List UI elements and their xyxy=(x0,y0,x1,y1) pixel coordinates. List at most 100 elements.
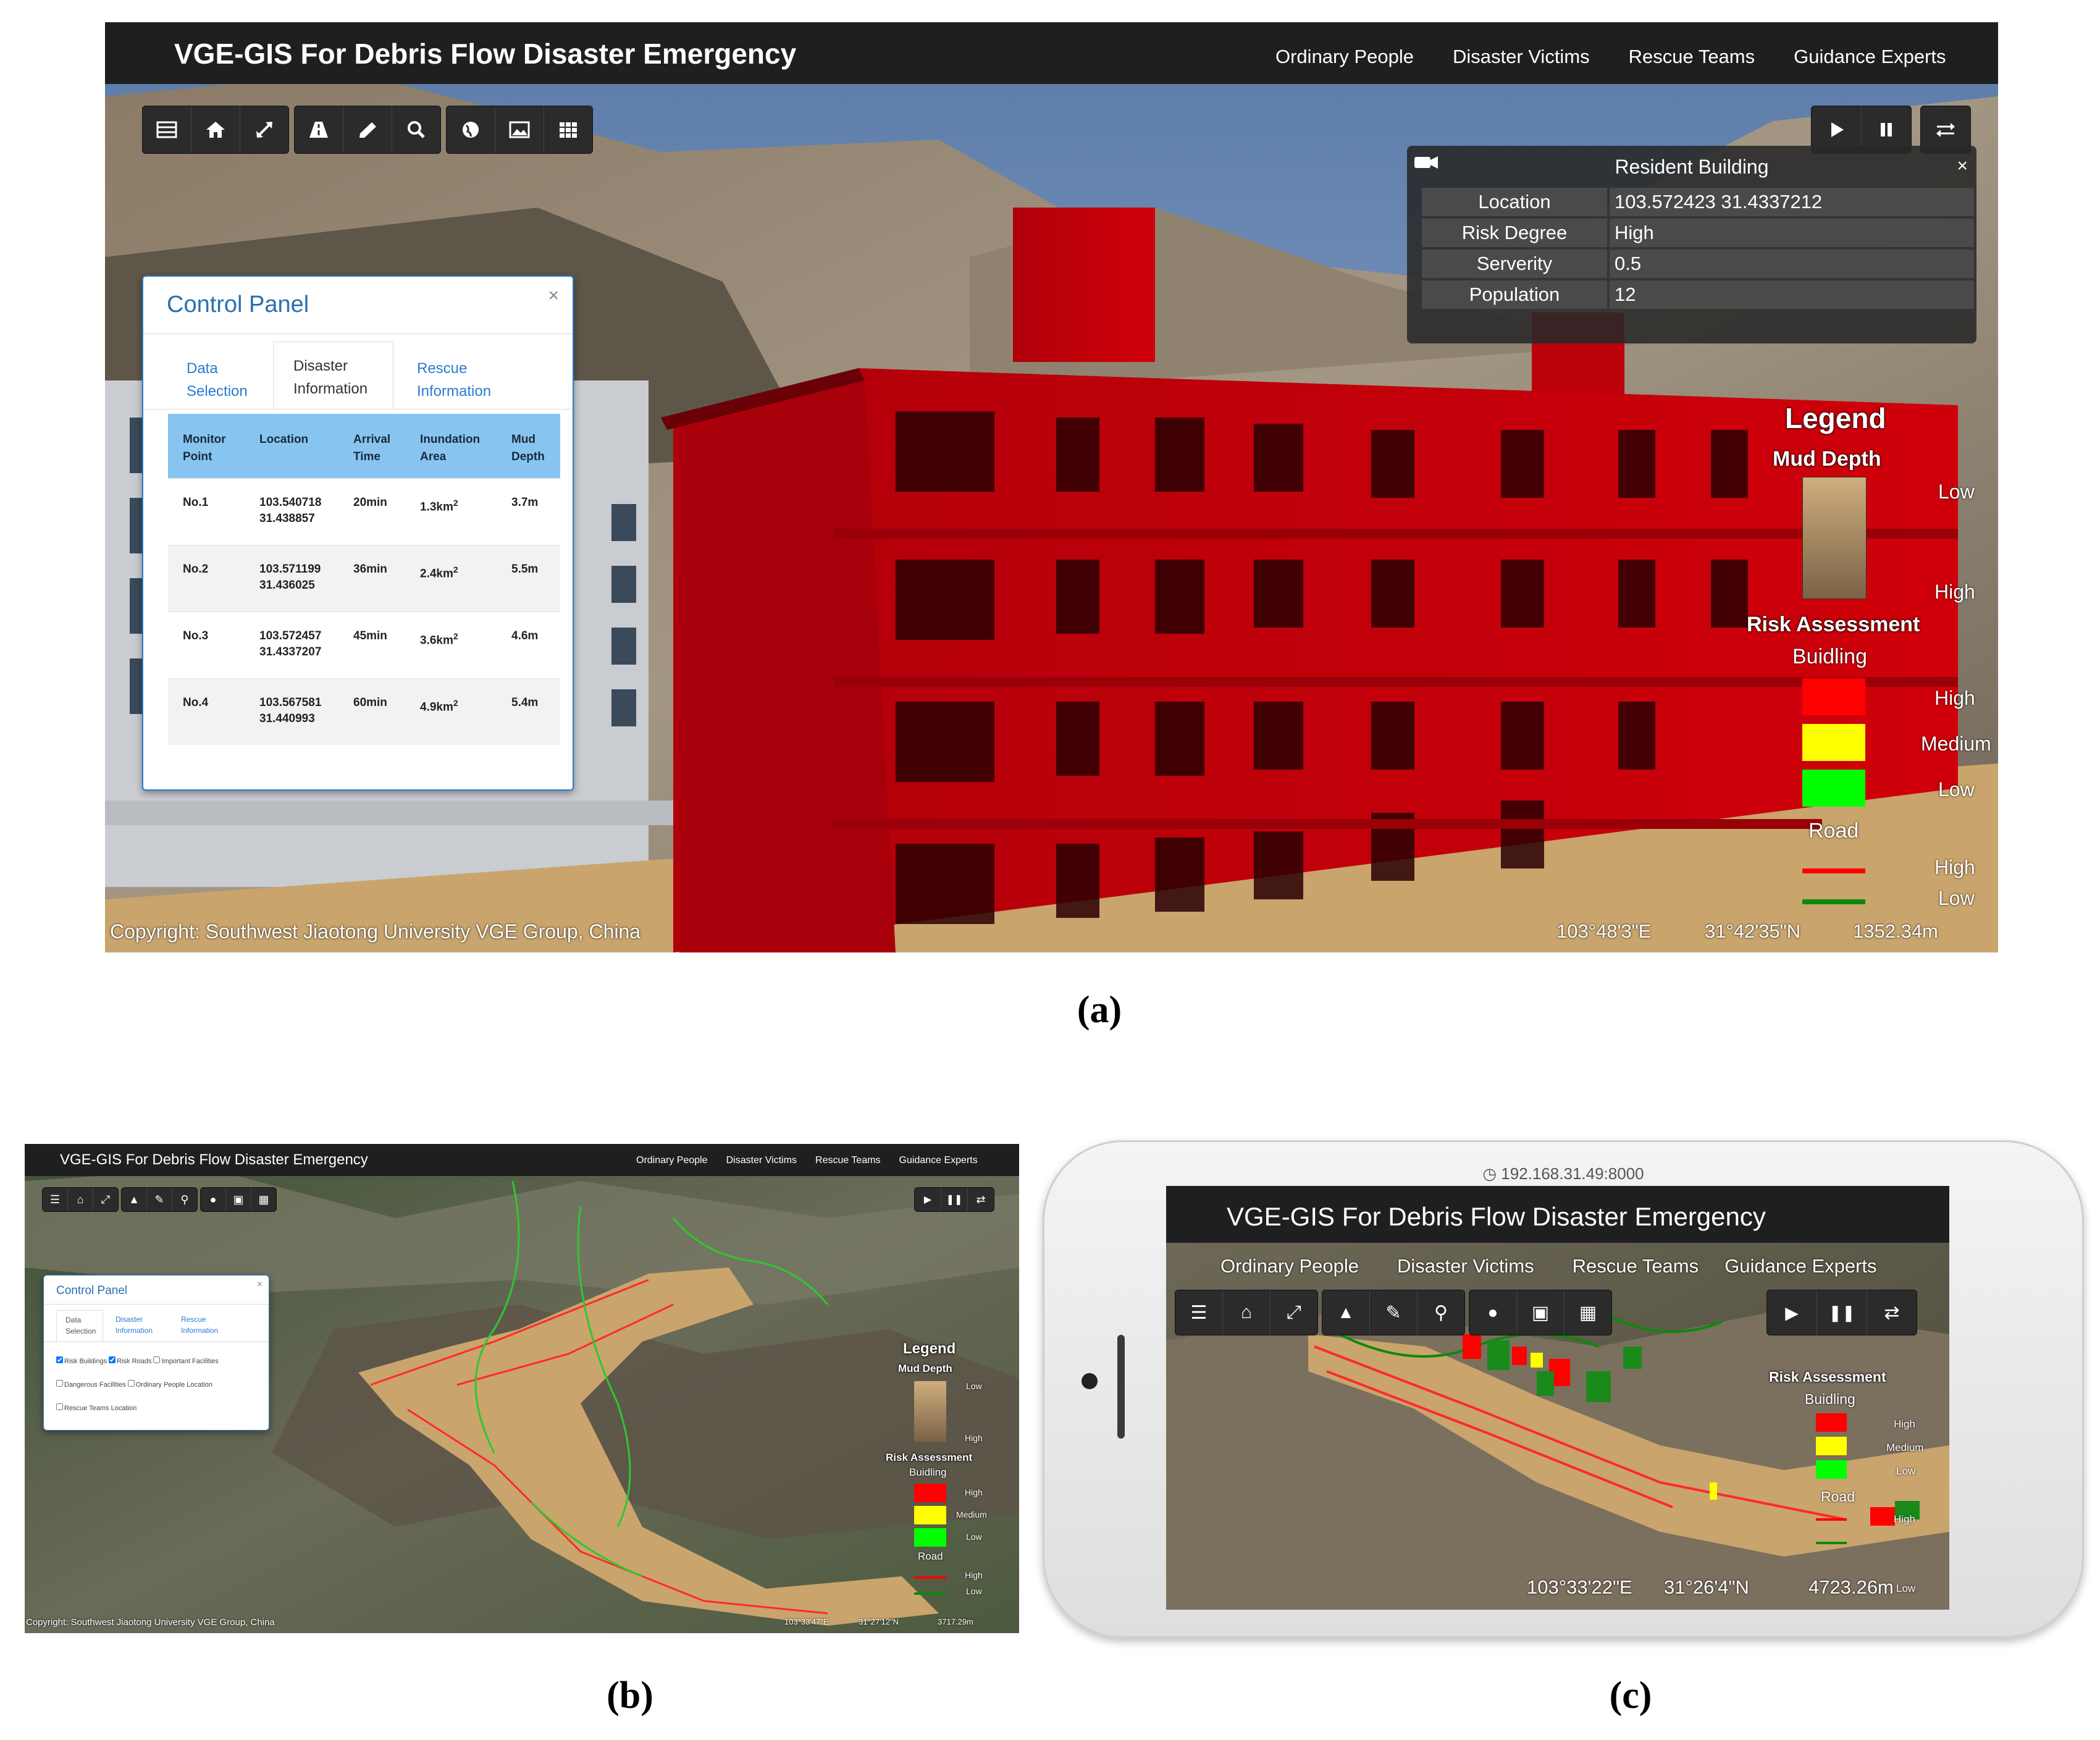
list-icon[interactable]: ☰ xyxy=(43,1188,68,1211)
checkbox-rescue-teams-location[interactable]: Rescue Teams Location xyxy=(56,1403,136,1412)
search-icon[interactable] xyxy=(392,106,440,153)
nav-ordinary-people[interactable]: Ordinary People xyxy=(1220,1255,1359,1277)
checkbox-risk-buildings[interactable]: Risk Buildings xyxy=(56,1356,107,1365)
area-unit-superscript: 2 xyxy=(453,498,458,508)
checkbox-dangerous-facilities[interactable]: Dangerous Facilities xyxy=(56,1380,126,1389)
checkbox-risk-roads[interactable]: Risk Roads xyxy=(109,1356,151,1365)
image-icon[interactable]: ▣ xyxy=(226,1188,251,1211)
road-icon[interactable] xyxy=(295,106,343,153)
pencil-icon[interactable]: ✎ xyxy=(147,1188,172,1211)
swap-icon[interactable]: ⇄ xyxy=(1867,1290,1917,1335)
table-header: Monitor Point Location Arrival Time Inunda… xyxy=(168,414,560,478)
globe-icon[interactable]: ● xyxy=(201,1188,226,1211)
nav-ordinary-people[interactable]: Ordinary People xyxy=(636,1155,708,1166)
list-icon[interactable]: ☰ xyxy=(1175,1290,1223,1335)
home-icon[interactable]: ⌂ xyxy=(68,1188,93,1211)
globe-icon[interactable] xyxy=(447,106,495,153)
checkbox-important-facilities[interactable]: Important Facilities xyxy=(153,1356,219,1365)
popup-row: Population 12 xyxy=(1422,279,1978,310)
panel-divider xyxy=(44,1304,269,1305)
cell-inundation-area-text: 2.4km xyxy=(420,567,453,581)
image-icon[interactable]: ▣ xyxy=(1517,1290,1564,1335)
layer-checkboxes: Risk Buildings Risk Roads Important Faci… xyxy=(56,1350,266,1420)
cell-location-text: 103.571199 xyxy=(259,563,321,576)
grid-icon[interactable]: ▦ xyxy=(1564,1290,1611,1335)
nav-guidance-experts[interactable]: Guidance Experts xyxy=(899,1155,978,1166)
cell-point-text: No.1 xyxy=(183,496,209,509)
legend-mud-depth: Mud Depth xyxy=(898,1363,952,1374)
swap-icon[interactable]: ⇄ xyxy=(968,1188,994,1211)
col-inundation-area: Inundation Area xyxy=(420,433,481,463)
road-icon[interactable]: ▲ xyxy=(1322,1290,1370,1335)
tab-rescue-information[interactable]: Rescue Information xyxy=(417,357,491,403)
nav-rescue-teams[interactable]: Rescue Teams xyxy=(1629,46,1755,68)
play-icon[interactable]: ▶ xyxy=(915,1188,941,1211)
nav-disaster-victims[interactable]: Disaster Victims xyxy=(726,1155,797,1166)
control-panel: Control Panel × Data Selection Disaster … xyxy=(142,275,574,791)
nav-guidance-experts[interactable]: Guidance Experts xyxy=(1724,1255,1876,1277)
pencil-icon[interactable]: ✎ xyxy=(1370,1290,1418,1335)
search-icon[interactable]: ⚲ xyxy=(1418,1290,1464,1335)
fullscreen-icon[interactable]: ⤢ xyxy=(93,1188,118,1211)
checkbox-ordinary-people-location[interactable]: Ordinary People Location xyxy=(127,1380,212,1389)
area-unit-superscript: 2 xyxy=(453,631,458,641)
nav-disaster-victims[interactable]: Disaster Victims xyxy=(1453,46,1590,68)
pencil-icon[interactable] xyxy=(343,106,392,153)
image-icon[interactable] xyxy=(495,106,544,153)
checkbox-input[interactable] xyxy=(56,1356,63,1363)
col-arrival-time: Arrival Time xyxy=(353,433,391,463)
pause-icon[interactable]: ❚❚ xyxy=(941,1188,968,1211)
grid-icon[interactable] xyxy=(544,106,592,153)
phone-side-button xyxy=(1117,1335,1125,1439)
home-icon[interactable] xyxy=(191,106,240,153)
grid-icon[interactable]: ▦ xyxy=(251,1188,276,1211)
table-row[interactable]: No.3 103.572457 31.4337207 45min 3.6km2 4.6m xyxy=(168,612,560,678)
play-icon[interactable]: ▶ xyxy=(1767,1290,1817,1335)
checkbox-input[interactable] xyxy=(56,1403,63,1410)
tab-data-selection[interactable]: Data Selection xyxy=(56,1310,103,1342)
playback-group: ▶ ❚❚ ⇄ xyxy=(914,1187,994,1212)
road-icon[interactable]: ▲ xyxy=(122,1188,147,1211)
list-icon[interactable] xyxy=(143,106,191,153)
tab-disaster-information[interactable]: Disaster Information xyxy=(273,342,393,410)
search-icon[interactable]: ⚲ xyxy=(172,1188,197,1211)
home-icon[interactable]: ⌂ xyxy=(1223,1290,1270,1335)
url-bar[interactable]: ◷ 192.168.31.49:8000 xyxy=(1162,1161,1965,1187)
cell-arrival-time-text: 60min xyxy=(353,696,387,709)
close-icon[interactable]: × xyxy=(257,1279,262,1290)
checkbox-input[interactable] xyxy=(109,1356,116,1363)
popup-row: Risk Degree High xyxy=(1422,217,1978,248)
fullscreen-icon[interactable] xyxy=(240,106,288,153)
map-toolbar xyxy=(142,106,593,154)
legend-risk-assessment: Risk Assessment xyxy=(1747,613,1920,636)
nav-rescue-teams[interactable]: Rescue Teams xyxy=(815,1155,881,1166)
building-low-label: Low xyxy=(1896,1465,1916,1477)
table-row[interactable]: No.4 103.567581 31.440993 60min 4.9km2 5.4m xyxy=(168,678,560,745)
cell-location: 103.567581 31.440993 xyxy=(259,695,321,727)
mud-depth-swatch xyxy=(1802,477,1867,599)
cell-arrival-time-text: 45min xyxy=(353,629,387,642)
checkbox-input[interactable] xyxy=(56,1380,63,1387)
tab-rescue-information[interactable]: Rescue Information xyxy=(181,1314,218,1336)
nav-ordinary-people[interactable]: Ordinary People xyxy=(1275,46,1414,68)
pause-icon[interactable]: ❚❚ xyxy=(1817,1290,1867,1335)
table-row[interactable]: No.2 103.571199 31.436025 36min 2.4km2 5.5m xyxy=(168,545,560,612)
close-icon[interactable]: × xyxy=(548,285,559,306)
playback-group: ▶ ❚❚ ⇄ xyxy=(1766,1290,1917,1335)
tab-data-selection[interactable]: Data Selection xyxy=(187,357,248,403)
popup-title: Resident Building xyxy=(1615,156,1769,178)
toolbar-group-3 xyxy=(446,106,593,154)
nav-disaster-victims[interactable]: Disaster Victims xyxy=(1397,1255,1534,1277)
nav-guidance-experts[interactable]: Guidance Experts xyxy=(1794,46,1946,68)
top-nav: Ordinary People Disaster Victims Rescue … xyxy=(1220,1255,1877,1277)
close-icon[interactable]: × xyxy=(1957,156,1968,177)
checkbox-input[interactable] xyxy=(127,1380,135,1387)
checkbox-input[interactable] xyxy=(153,1356,161,1363)
table-row[interactable]: No.1 103.540718 31.438857 20min 1.3km2 3.7m xyxy=(168,478,560,545)
cell-inundation-area: 4.9km2 xyxy=(420,695,458,715)
cell-location-text: 103.567581 xyxy=(259,696,322,709)
fullscreen-icon[interactable]: ⤢ xyxy=(1270,1290,1317,1335)
nav-rescue-teams[interactable]: Rescue Teams xyxy=(1573,1255,1699,1277)
tab-disaster-information[interactable]: Disaster Information xyxy=(116,1314,153,1336)
globe-icon[interactable]: ● xyxy=(1469,1290,1517,1335)
